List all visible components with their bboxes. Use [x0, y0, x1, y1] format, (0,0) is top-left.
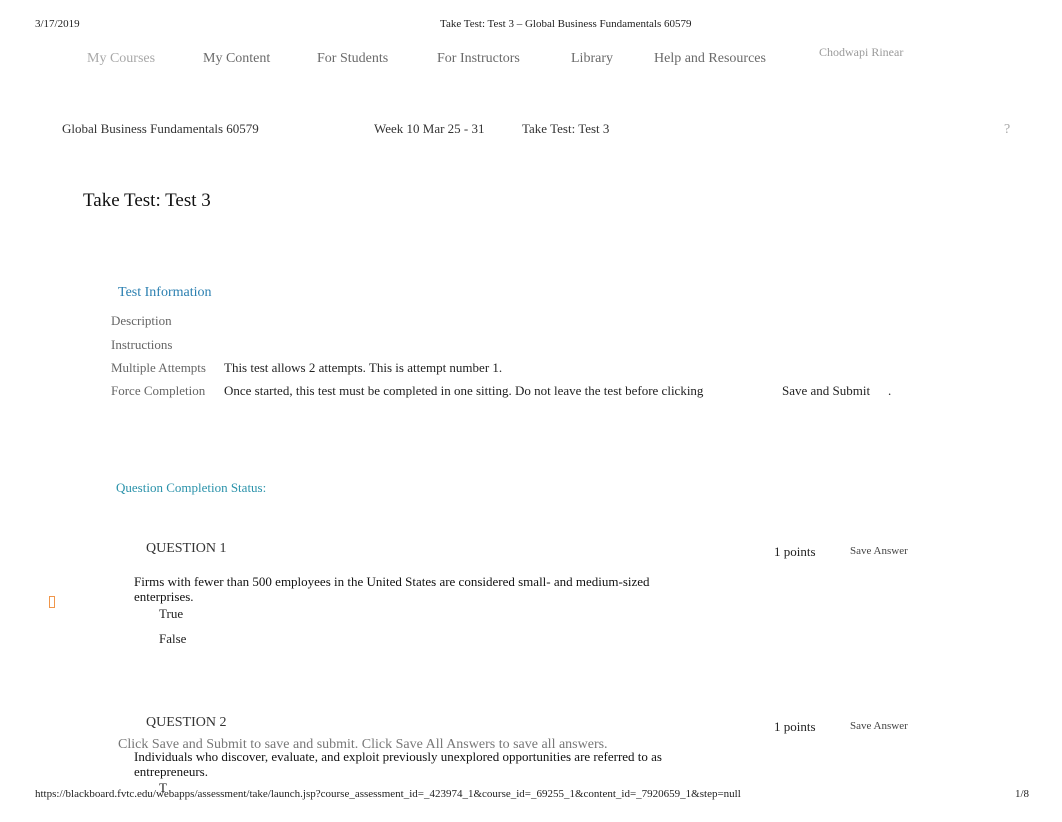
info-value-multiple-attempts: This test allows 2 attempts. This is att…	[224, 360, 503, 375]
print-date: 3/17/2019	[35, 18, 80, 30]
question-text: Individuals who discover, evaluate, and …	[134, 749, 662, 779]
submit-hint: Click Save and Submit to save and submit…	[118, 737, 608, 752]
flag-icon	[49, 596, 55, 608]
info-label-force-completion: Force Completion	[111, 383, 206, 398]
help-icon[interactable]: ?	[1004, 122, 1010, 138]
question-points: 1 points	[774, 544, 816, 559]
page-url: https://blackboard.fvtc.edu/webapps/asse…	[35, 788, 741, 800]
answer-option-true[interactable]: True	[159, 606, 183, 622]
nav-my-content[interactable]: My Content	[203, 51, 270, 67]
print-title: Take Test: Test 3 – Global Business Fund…	[440, 18, 692, 30]
question-points: 1 points	[774, 719, 816, 734]
nav-my-courses[interactable]: My Courses	[87, 51, 155, 67]
nav-library[interactable]: Library	[571, 51, 613, 67]
question-completion-status[interactable]: Question Completion Status:	[116, 480, 266, 496]
page-number: 1/8	[1015, 788, 1030, 800]
question-title: QUESTION 1	[146, 541, 227, 556]
info-suffix: .	[888, 383, 892, 398]
save-answer-button[interactable]: Save Answer	[850, 545, 908, 557]
nav-help-and-resources[interactable]: Help and Resources	[654, 51, 766, 67]
breadcrumb-current: Take Test: Test 3	[522, 121, 610, 136]
info-label-multiple-attempts: Multiple Attempts	[111, 360, 206, 375]
test-information-toggle[interactable]: Test Information	[118, 285, 212, 301]
save-answer-button[interactable]: Save Answer	[850, 720, 908, 732]
info-value-force-completion: Once started, this test must be complete…	[224, 383, 704, 398]
breadcrumb-course[interactable]: Global Business Fundamentals 60579	[62, 121, 259, 137]
nav-for-instructors[interactable]: For Instructors	[437, 51, 520, 67]
question-title: QUESTION 2	[146, 715, 227, 730]
answer-option-false[interactable]: False	[159, 631, 186, 647]
user-menu[interactable]: Chodwapi Rinear	[819, 45, 903, 60]
info-label-instructions: Instructions	[111, 337, 173, 352]
info-label-description: Description	[111, 313, 172, 328]
question-text: Firms with fewer than 500 employees in t…	[134, 574, 650, 604]
save-and-submit-inline: Save and Submit	[782, 383, 871, 398]
nav-for-students[interactable]: For Students	[317, 51, 388, 67]
breadcrumb-week[interactable]: Week 10 Mar 25 - 31	[374, 121, 485, 137]
page-title: Take Test: Test 3	[83, 190, 211, 211]
